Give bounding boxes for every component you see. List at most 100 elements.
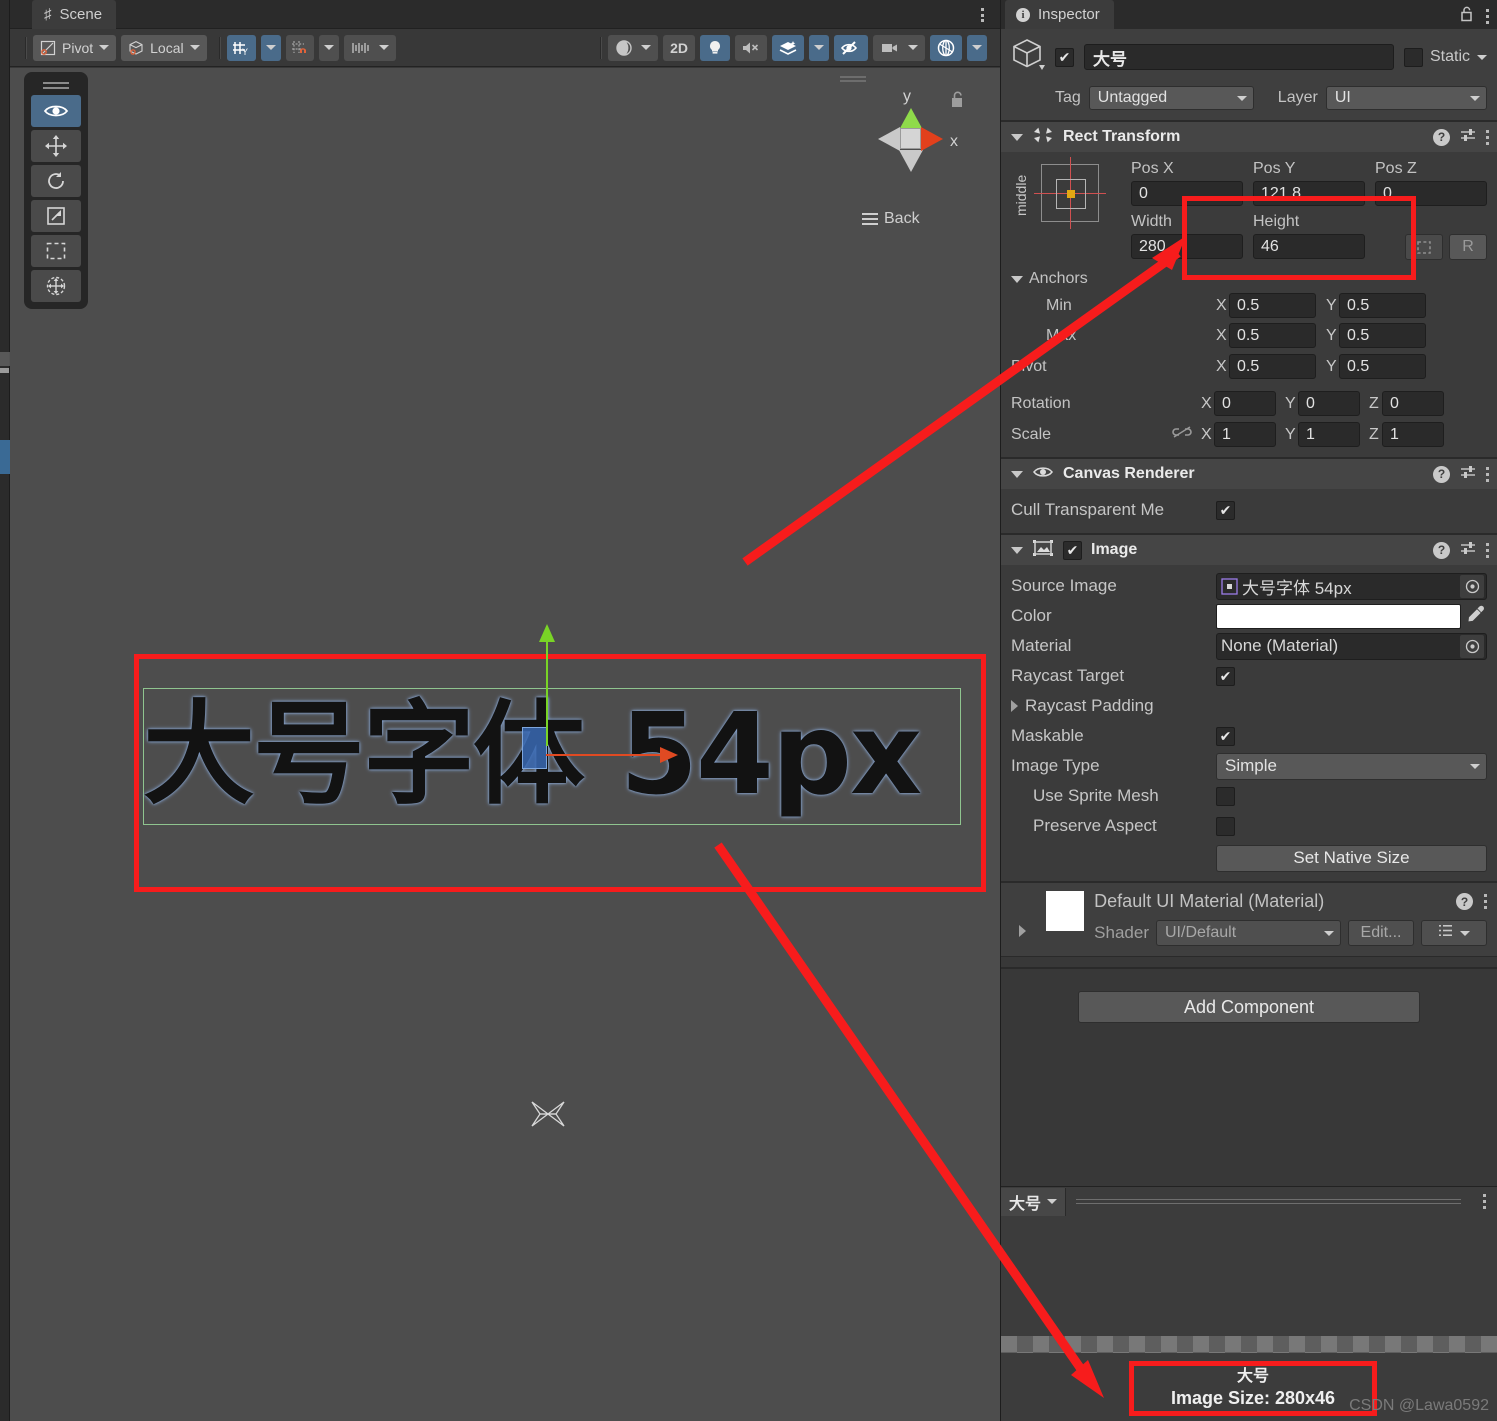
- link-broken-icon[interactable]: [1171, 425, 1201, 444]
- gizmo-axis-x-positive[interactable]: [921, 127, 943, 151]
- help-icon[interactable]: ?: [1456, 893, 1473, 910]
- inspector-lock-icon[interactable]: [1459, 5, 1474, 27]
- rotation-x-input[interactable]: 0: [1214, 391, 1276, 416]
- tag-dropdown[interactable]: Untagged: [1088, 86, 1254, 110]
- gizmos-toggle[interactable]: [930, 34, 962, 61]
- height-input[interactable]: 46: [1253, 234, 1365, 259]
- set-native-size-button[interactable]: Set Native Size: [1216, 844, 1487, 872]
- object-picker-icon[interactable]: [1460, 634, 1484, 658]
- gizmo-drag-handle[interactable]: [840, 76, 866, 84]
- preview-menu-icon[interactable]: [1471, 1194, 1497, 1209]
- static-dropdown-chevron-icon[interactable]: [1477, 54, 1487, 60]
- image-header[interactable]: Image ?: [1001, 535, 1497, 565]
- scale-y-input[interactable]: 1: [1298, 422, 1360, 447]
- help-icon[interactable]: ?: [1433, 465, 1450, 483]
- pivot-y-input[interactable]: 0.5: [1339, 354, 1426, 379]
- raw-edit-mode-button[interactable]: R: [1449, 234, 1487, 260]
- scale-tool-button[interactable]: [31, 200, 81, 232]
- preview-target-dropdown[interactable]: 大号: [1001, 1187, 1067, 1216]
- two-d-toggle[interactable]: 2D: [663, 34, 695, 61]
- gameobject-name-input[interactable]: 大号: [1084, 44, 1394, 70]
- raycast-target-checkbox[interactable]: [1216, 666, 1235, 686]
- tab-scene[interactable]: ♯ Scene: [32, 0, 117, 29]
- scale-z-input[interactable]: 1: [1382, 422, 1444, 447]
- gizmo-handle-y-head[interactable]: [539, 624, 555, 642]
- gizmo-view-label-row[interactable]: Back: [862, 210, 920, 228]
- scene-fx-toggle[interactable]: [772, 34, 804, 61]
- hidden-objects-toggle[interactable]: [834, 34, 868, 61]
- source-image-objectfield[interactable]: 大号字体 54px: [1216, 572, 1487, 600]
- foldout-arrow-icon[interactable]: [1011, 546, 1023, 554]
- gizmo-center-cube[interactable]: [900, 128, 921, 149]
- preserve-aspect-checkbox[interactable]: [1216, 816, 1235, 836]
- material-objectfield[interactable]: None (Material): [1216, 632, 1487, 660]
- shader-dropdown[interactable]: UI/Default: [1156, 920, 1341, 946]
- object-picker-icon[interactable]: [1460, 574, 1484, 598]
- eyedropper-icon[interactable]: [1465, 603, 1487, 630]
- material-preset-button[interactable]: [1421, 920, 1487, 946]
- gizmo-axis-y-negative[interactable]: [899, 150, 923, 172]
- settings-sliders-icon[interactable]: [1459, 464, 1477, 485]
- gizmo-axis-x-negative[interactable]: [878, 127, 900, 151]
- transform-tool-button[interactable]: [31, 270, 81, 302]
- padlock-open-icon[interactable]: [949, 90, 965, 114]
- maskable-checkbox[interactable]: [1216, 726, 1235, 746]
- scene-orientation-gizmo[interactable]: y x Back: [840, 76, 970, 238]
- anchor-min-y-input[interactable]: 0.5: [1339, 293, 1426, 318]
- scale-x-input[interactable]: 1: [1214, 422, 1276, 447]
- inspector-menu-icon[interactable]: [1486, 8, 1489, 24]
- grid-snapping-toggle[interactable]: [285, 34, 314, 61]
- foldout-arrow-icon[interactable]: [1011, 470, 1023, 478]
- use-sprite-mesh-checkbox[interactable]: [1216, 786, 1235, 806]
- component-menu-icon[interactable]: [1486, 466, 1489, 482]
- pos-y-input[interactable]: 121.8: [1253, 181, 1365, 206]
- pos-z-input[interactable]: 0: [1375, 181, 1487, 206]
- layer-dropdown[interactable]: UI: [1325, 86, 1487, 110]
- scene-fx-dropdown[interactable]: [809, 34, 829, 61]
- gizmo-handle-z[interactable]: [522, 727, 547, 769]
- anchor-min-x-input[interactable]: 0.5: [1229, 293, 1316, 318]
- color-swatch[interactable]: [1216, 603, 1461, 629]
- blueprint-mode-button[interactable]: [1405, 234, 1443, 260]
- rotation-z-input[interactable]: 0: [1382, 391, 1444, 416]
- gizmo-handle-y-shaft[interactable]: [546, 626, 548, 746]
- scene-viewport[interactable]: y x Back 大号字体 54px: [10, 68, 1000, 1421]
- image-enabled-checkbox[interactable]: [1063, 540, 1082, 560]
- pos-x-input[interactable]: 0: [1131, 181, 1243, 206]
- draw-mode-dropdown[interactable]: [608, 34, 659, 61]
- component-menu-icon[interactable]: [1486, 129, 1489, 145]
- foldout-arrow-icon[interactable]: [1011, 133, 1023, 141]
- anchor-preset-area[interactable]: center middle: [1011, 157, 1131, 260]
- handle-space-dropdown[interactable]: Local: [121, 34, 207, 61]
- grid-visibility-toggle[interactable]: Y: [226, 34, 256, 61]
- help-icon[interactable]: ?: [1433, 541, 1450, 559]
- gizmo-handle-x-head[interactable]: [660, 747, 678, 763]
- pivot-x-input[interactable]: 0.5: [1229, 354, 1316, 379]
- gizmo-axis-y-positive[interactable]: [899, 108, 923, 130]
- strip-selection-indicator[interactable]: [0, 440, 10, 474]
- static-checkbox[interactable]: [1403, 47, 1423, 67]
- grid-visibility-dropdown[interactable]: [260, 34, 281, 61]
- material-menu-icon[interactable]: [1484, 894, 1487, 909]
- cull-transparent-checkbox[interactable]: [1216, 500, 1235, 520]
- gizmos-dropdown[interactable]: [967, 34, 987, 61]
- foldout-arrow-icon[interactable]: [1018, 925, 1026, 937]
- canvas-renderer-header[interactable]: Canvas Renderer ?: [1001, 459, 1497, 489]
- foldout-arrow-icon[interactable]: [1011, 700, 1018, 712]
- add-component-button[interactable]: Add Component: [1078, 991, 1420, 1023]
- anchor-max-y-input[interactable]: 0.5: [1339, 323, 1426, 348]
- image-type-dropdown[interactable]: Simple: [1216, 752, 1487, 780]
- anchors-foldout[interactable]: Anchors: [1011, 270, 1487, 288]
- component-menu-icon[interactable]: [1486, 542, 1489, 558]
- gameobject-cube-icon[interactable]: [1011, 37, 1055, 77]
- rotation-y-input[interactable]: 0: [1298, 391, 1360, 416]
- gizmo-handle-x-shaft[interactable]: [546, 754, 668, 756]
- settings-sliders-icon[interactable]: [1459, 540, 1477, 561]
- rect-transform-header[interactable]: Rect Transform ?: [1001, 122, 1497, 152]
- scene-lighting-toggle[interactable]: [700, 34, 730, 61]
- preview-drag-handle[interactable]: [1066, 1196, 1471, 1207]
- gameobject-enabled-checkbox[interactable]: [1055, 47, 1074, 67]
- scene-camera-dropdown[interactable]: [873, 34, 925, 61]
- rect-tool-button[interactable]: [31, 235, 81, 267]
- shader-edit-button[interactable]: Edit...: [1348, 920, 1414, 946]
